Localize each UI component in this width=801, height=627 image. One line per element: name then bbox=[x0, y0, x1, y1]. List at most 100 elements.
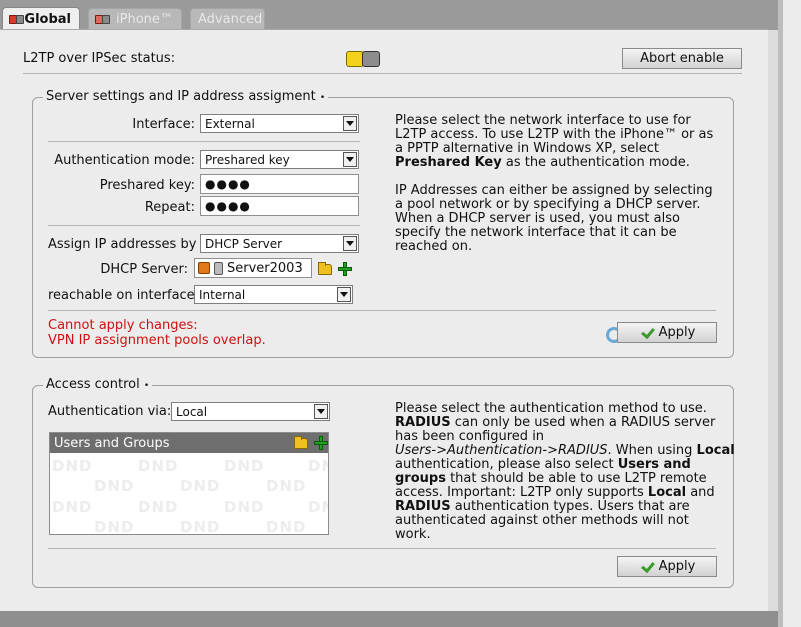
right-edge bbox=[778, 0, 801, 627]
tab-advanced[interactable]: Advanced bbox=[190, 8, 265, 29]
help-text: can only be used when a RADIUS server bbox=[450, 415, 716, 430]
auth-mode-select-value: Preshared key bbox=[205, 152, 290, 167]
help-bold: RADIUS bbox=[395, 415, 451, 430]
check-icon bbox=[639, 562, 653, 572]
preshared-key-field[interactable]: ●●●● bbox=[200, 174, 359, 194]
dnd-watermark: DND bbox=[308, 457, 328, 475]
right-edge-shade bbox=[778, 0, 783, 627]
auth-mode-label: Authentication mode: bbox=[54, 153, 195, 168]
interface-label: Interface: bbox=[132, 117, 195, 132]
dnd-watermark: DND bbox=[224, 457, 265, 475]
chevron-down-icon bbox=[337, 287, 351, 302]
status-label: L2TP over IPSec status: bbox=[23, 51, 176, 66]
help-text: authentication, please also select bbox=[395, 457, 618, 472]
help-line: specify the network interface that it ca… bbox=[395, 225, 677, 240]
check-icon bbox=[639, 328, 653, 338]
chevron-down-icon bbox=[343, 116, 357, 131]
users-groups-title: Users and Groups bbox=[54, 435, 170, 451]
help-line: authentication, please also select Users… bbox=[395, 458, 735, 472]
help-text: authentication types. Users that are bbox=[450, 499, 690, 514]
tab-label: iPhone™ bbox=[116, 11, 173, 27]
dnd-watermark: DND bbox=[266, 477, 307, 495]
help-text: . When using bbox=[607, 443, 697, 458]
auth-via-label: Authentication via: bbox=[48, 404, 172, 419]
server-help-text-2: IP Addresses can either be assigned by s… bbox=[395, 184, 713, 254]
divider bbox=[48, 141, 360, 142]
access-control-legend-text: Access control bbox=[46, 377, 140, 392]
dnd-watermark: DND bbox=[52, 457, 93, 475]
help-line: IP Addresses can either be assigned by s… bbox=[395, 183, 713, 198]
tab-label: Advanced bbox=[198, 11, 263, 27]
abort-enable-button[interactable]: Abort enable bbox=[622, 48, 742, 69]
apply-label: Apply bbox=[658, 325, 696, 340]
help-text: access. Important: L2TP only supports bbox=[395, 485, 648, 500]
help-text: that should be able to use L2TP remote bbox=[445, 471, 707, 486]
help-line: L2TP access. To use L2TP with the iPhone… bbox=[395, 127, 714, 142]
reachable-interface-select-value: Internal bbox=[199, 287, 246, 302]
auth-via-select[interactable]: Local bbox=[171, 402, 330, 421]
error-line: VPN IP assignment pools overlap. bbox=[48, 333, 266, 348]
dnd-watermark: DND bbox=[180, 477, 221, 495]
add-icon[interactable] bbox=[338, 262, 352, 276]
help-line: Please select the network interface to u… bbox=[395, 113, 691, 128]
folder-icon[interactable] bbox=[318, 262, 332, 275]
tab-iphone[interactable]: iPhone™ bbox=[88, 8, 182, 29]
interface-select[interactable]: External bbox=[200, 114, 359, 133]
status-toggle-icon[interactable] bbox=[346, 51, 380, 67]
divider bbox=[48, 225, 360, 226]
repeat-key-field[interactable]: ●●●● bbox=[200, 196, 359, 216]
server-settings-legend: Server settings and IP address assigment… bbox=[43, 89, 329, 104]
dnd-watermark: DND bbox=[138, 457, 179, 475]
help-line: a pool network or by specifying a DHCP s… bbox=[395, 197, 701, 212]
help-line: RADIUS can only be used when a RADIUS se… bbox=[395, 416, 735, 430]
folder-icon[interactable] bbox=[294, 436, 308, 449]
divider bbox=[48, 548, 716, 549]
status-divider bbox=[23, 73, 742, 74]
divider bbox=[48, 310, 716, 311]
add-icon[interactable] bbox=[314, 436, 328, 450]
chevron-down-icon bbox=[314, 404, 328, 419]
help-bold: Users and bbox=[617, 457, 691, 472]
users-groups-header: Users and Groups bbox=[50, 433, 328, 453]
repeat-label: Repeat: bbox=[144, 200, 195, 215]
help-line: Preshared Key as the authentication mode… bbox=[395, 156, 713, 170]
reachable-interface-select[interactable]: Internal bbox=[194, 285, 353, 304]
tab-label: Global bbox=[24, 11, 71, 27]
help-bold: Preshared Key bbox=[395, 155, 502, 170]
chevron-down-icon bbox=[343, 236, 357, 251]
access-help-text: Please select the authentication method … bbox=[395, 402, 735, 542]
apply-button-server[interactable]: Apply bbox=[617, 322, 717, 343]
tab-app-icon bbox=[95, 14, 110, 24]
auth-mode-select[interactable]: Preshared key bbox=[200, 150, 359, 169]
server-object-icon bbox=[198, 262, 210, 274]
assign-ip-label: Assign IP addresses by bbox=[48, 237, 197, 252]
help-line: groups that should be able to use L2TP r… bbox=[395, 472, 735, 486]
assign-ip-select[interactable]: DHCP Server bbox=[200, 234, 359, 253]
dhcp-server-value: Server2003 bbox=[227, 260, 303, 276]
help-line: access. Important: L2TP only supports Lo… bbox=[395, 486, 735, 500]
dnd-watermark: DND bbox=[94, 477, 135, 495]
dnd-watermark: DND bbox=[224, 498, 265, 516]
chevron-down-icon bbox=[343, 152, 357, 167]
help-bold: Local bbox=[647, 485, 687, 500]
help-line: Users->Authentication->RADIUS. When usin… bbox=[395, 444, 735, 458]
apply-button-access[interactable]: Apply bbox=[617, 556, 717, 577]
tab-global[interactable]: Global bbox=[2, 7, 80, 30]
help-italic: Users->Authentication->RADIUS bbox=[395, 443, 608, 458]
help-line: When a DHCP server is used, you must als… bbox=[395, 211, 680, 226]
help-line: authenticated against other methods will… bbox=[395, 513, 689, 528]
help-line: RADIUS authentication types. Users that … bbox=[395, 500, 735, 514]
dnd-watermark: DND bbox=[52, 498, 93, 516]
help-line: reached on. bbox=[395, 239, 473, 254]
error-line: Cannot apply changes: bbox=[48, 318, 198, 333]
help-bold: Local bbox=[696, 443, 735, 458]
users-groups-list[interactable]: Users and Groups DND DND DND DND DND DND… bbox=[49, 432, 329, 535]
apply-label: Apply bbox=[658, 559, 696, 574]
bottom-strip bbox=[0, 611, 778, 627]
reachable-interface-label: reachable on interface bbox=[48, 288, 195, 303]
dhcp-server-field[interactable]: Server2003 bbox=[194, 258, 312, 278]
dnd-watermark: DND bbox=[266, 518, 307, 535]
dhcp-server-label: DHCP Server: bbox=[100, 262, 188, 277]
help-line: work. bbox=[395, 527, 431, 542]
tab-app-icon bbox=[9, 14, 24, 24]
